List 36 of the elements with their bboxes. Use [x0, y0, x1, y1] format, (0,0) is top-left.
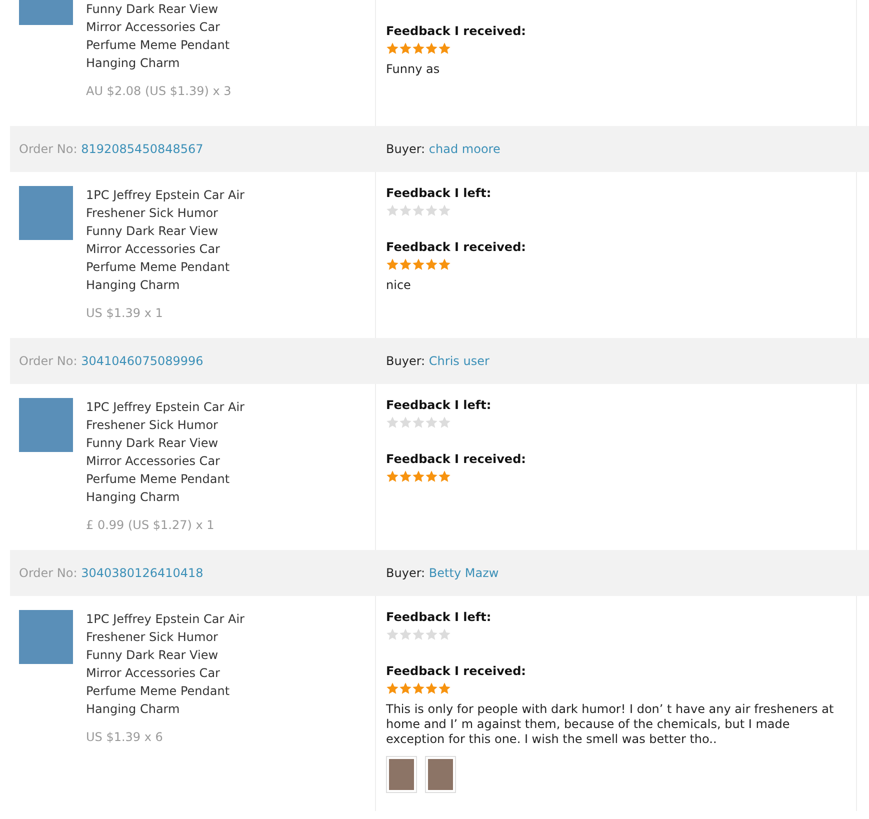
product-photo-placeholder[interactable]	[19, 398, 73, 452]
product-price: AU $2.08 (US $1.39) x 3	[86, 84, 232, 98]
product-price: US $1.39 x 1	[86, 306, 164, 320]
product-title: 1PC Jeffrey Epstein Car Air Freshener Sick Humor Funny Dark Rear View Mirror Accessories Car Perfume Meme Pendant Hanging Charm	[86, 399, 244, 506]
buyer-label: Buyer:	[386, 142, 426, 156]
order-label: Order No:	[19, 142, 78, 156]
product-title: Funny Dark Rear View Mirror Accessories Car Perfume Meme Pendant Hanging Charm	[86, 1, 231, 72]
order-number-link[interactable]: 3041046075089996	[81, 354, 204, 368]
order-label: Order No:	[19, 354, 78, 368]
product-photo-placeholder[interactable]	[19, 0, 73, 25]
buyer-link[interactable]: Betty Mazw	[428, 566, 499, 580]
order-label: Order No:	[19, 566, 78, 580]
order-number-link[interactable]: 8192085450848567	[81, 142, 204, 156]
product-price: £ 0.99 (US $1.27) x 1	[86, 518, 216, 532]
buyer-link[interactable]: Chris user	[428, 354, 490, 368]
feedback-received-label: Feedback I received:	[386, 452, 527, 466]
product-photo-placeholder[interactable]	[19, 610, 73, 664]
feedback-left-label: Feedback I left:	[386, 398, 492, 412]
feedback-comment: nice	[386, 278, 412, 293]
feedback-left-label: Feedback I left:	[386, 610, 492, 624]
product-title: 1PC Jeffrey Epstein Car Air Freshener Sick Humor Funny Dark Rear View Mirror Accessories Car Perfume Meme Pendant Hanging Charm	[86, 611, 244, 718]
product-photo-placeholder[interactable]	[19, 186, 73, 240]
order-number-link[interactable]: 3040380126410418	[81, 566, 204, 580]
feedback-received-label: Feedback I received:	[386, 24, 527, 38]
review-photo-placeholder[interactable]	[425, 756, 456, 793]
buyer-label: Buyer:	[386, 354, 426, 368]
feedback-received-label: Feedback I received:	[386, 664, 527, 678]
buyer-link[interactable]: chad moore	[428, 142, 500, 156]
feedback-comment: Funny as	[386, 62, 441, 77]
feedback-comment: This is only for people with dark humor! I don’ t have any air fresheners at home and I’ m against them, because of the chemicals, but I made exception for this one. I wish the smell was better tho..	[386, 702, 835, 747]
review-photo-placeholder[interactable]	[386, 756, 417, 793]
buyer-label: Buyer:	[386, 566, 426, 580]
product-price: US $1.39 x 6	[86, 730, 164, 744]
product-title: 1PC Jeffrey Epstein Car Air Freshener Sick Humor Funny Dark Rear View Mirror Accessories Car Perfume Meme Pendant Hanging Charm	[86, 187, 244, 294]
feedback-received-label: Feedback I received:	[386, 240, 527, 254]
feedback-left-label: Feedback I left:	[386, 186, 492, 200]
